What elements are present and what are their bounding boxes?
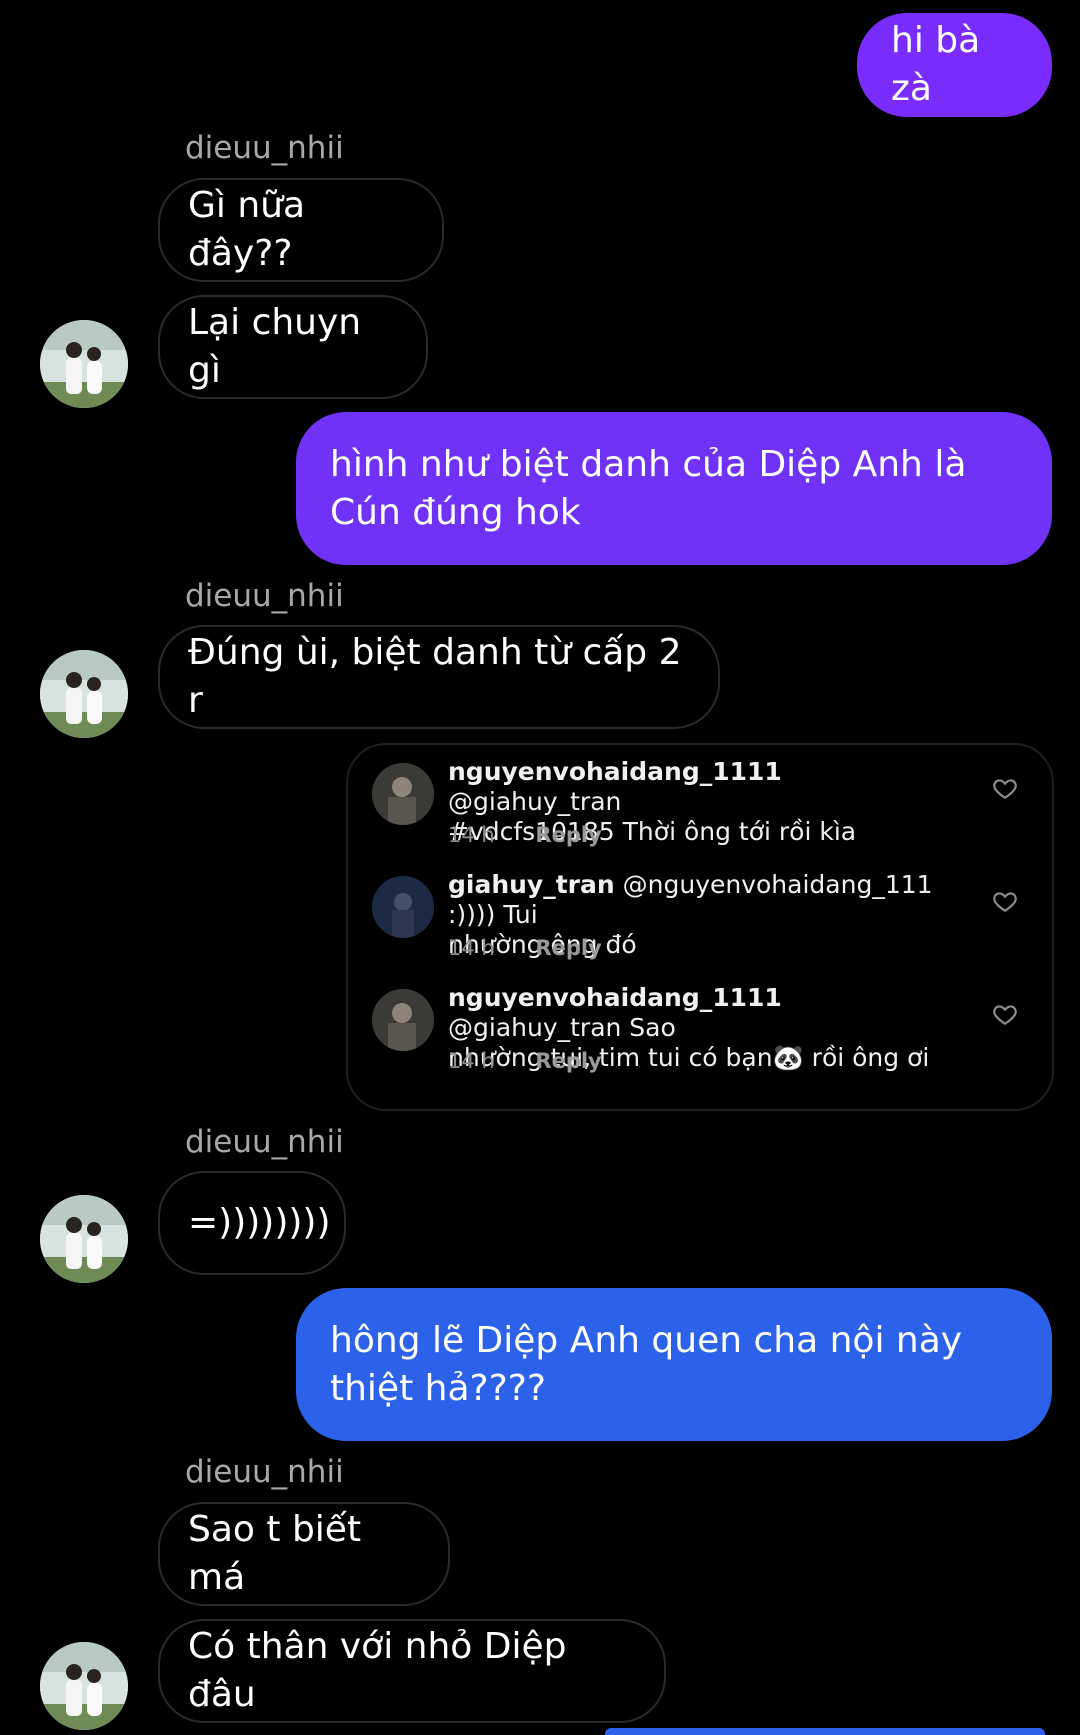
- comment-row: nguyenvohaidang_1111 @giahuy_tran #vdcfs…: [348, 745, 1052, 855]
- message-text: Có thân với nhỏ Diệp đâu: [188, 1626, 567, 1715]
- message-text-line: hông lẽ Diệp Anh quen cha nội này: [330, 1319, 963, 1361]
- comment-time: 14 h: [448, 823, 495, 847]
- sender-name: dieuu_nhii: [185, 578, 344, 614]
- incoming-message[interactable]: =)))))))): [158, 1171, 346, 1275]
- heart-outline-icon[interactable]: [992, 775, 1018, 801]
- couple-photo-avatar: [40, 1642, 128, 1730]
- sender-name: dieuu_nhii: [185, 130, 344, 166]
- sender-name: dieuu_nhii: [185, 1124, 344, 1160]
- commenter-avatar: [372, 989, 434, 1051]
- avatar[interactable]: [40, 320, 128, 408]
- comment-row: giahuy_tran @nguyenvohaidang_111 :)))) T…: [348, 858, 1052, 968]
- message-text-line: Cún đúng hok: [330, 491, 581, 533]
- outgoing-message[interactable]: hình như biệt danh của Diệp Anh là Cún đ…: [296, 412, 1052, 565]
- message-text: Lại chuyn gì: [188, 302, 362, 391]
- comment-time: 14 h: [448, 936, 495, 960]
- message-text: Gì nữa đây??: [188, 185, 306, 274]
- sender-name: dieuu_nhii: [185, 1454, 344, 1490]
- reply-link[interactable]: Reply: [535, 823, 601, 847]
- comment-meta: 14 h Reply: [448, 936, 602, 960]
- outgoing-message-partial[interactable]: [605, 1728, 1045, 1735]
- outgoing-message[interactable]: hi bà zà: [857, 13, 1052, 117]
- avatar[interactable]: [40, 1195, 128, 1283]
- message-text: =)))))))): [188, 1202, 331, 1243]
- incoming-message[interactable]: Sao t biết má: [158, 1502, 450, 1606]
- outgoing-message[interactable]: hông lẽ Diệp Anh quen cha nội này thiệt …: [296, 1288, 1052, 1441]
- message-text: Sao t biết má: [188, 1509, 362, 1598]
- comment-row: nguyenvohaidang_1111 @giahuy_tran Sao nh…: [348, 971, 1052, 1081]
- avatar[interactable]: [40, 650, 128, 738]
- reply-link[interactable]: Reply: [535, 1049, 601, 1073]
- incoming-message[interactable]: Đúng ùi, biệt danh từ cấp 2 r: [158, 625, 720, 729]
- comment-username[interactable]: giahuy_tran: [448, 870, 615, 899]
- comment-meta: 14 h Reply: [448, 823, 602, 847]
- message-text-line: hình như biệt danh của Diệp Anh là: [330, 443, 967, 485]
- reply-link[interactable]: Reply: [535, 936, 601, 960]
- couple-photo-avatar: [40, 1195, 128, 1283]
- comment-username[interactable]: nguyenvohaidang_1111: [448, 757, 782, 786]
- shared-comments-screenshot[interactable]: nguyenvohaidang_1111 @giahuy_tran #vdcfs…: [346, 743, 1054, 1111]
- message-text: hi bà zà: [891, 20, 981, 109]
- comment-time: 14 h: [448, 1049, 495, 1073]
- incoming-message[interactable]: Gì nữa đây??: [158, 178, 444, 282]
- message-text-line: thiệt hả????: [330, 1367, 546, 1409]
- message-text: Đúng ùi, biệt danh từ cấp 2 r: [188, 632, 682, 721]
- commenter-avatar: [372, 876, 434, 938]
- comment-username[interactable]: nguyenvohaidang_1111: [448, 983, 782, 1012]
- incoming-message[interactable]: Có thân với nhỏ Diệp đâu: [158, 1619, 666, 1723]
- commenter-avatar: [372, 763, 434, 825]
- heart-outline-icon[interactable]: [992, 888, 1018, 914]
- couple-photo-avatar: [40, 320, 128, 408]
- comment-meta: 14 h Reply: [448, 1049, 602, 1073]
- incoming-message[interactable]: Lại chuyn gì: [158, 295, 428, 399]
- heart-outline-icon[interactable]: [992, 1001, 1018, 1027]
- couple-photo-avatar: [40, 650, 128, 738]
- avatar[interactable]: [40, 1642, 128, 1730]
